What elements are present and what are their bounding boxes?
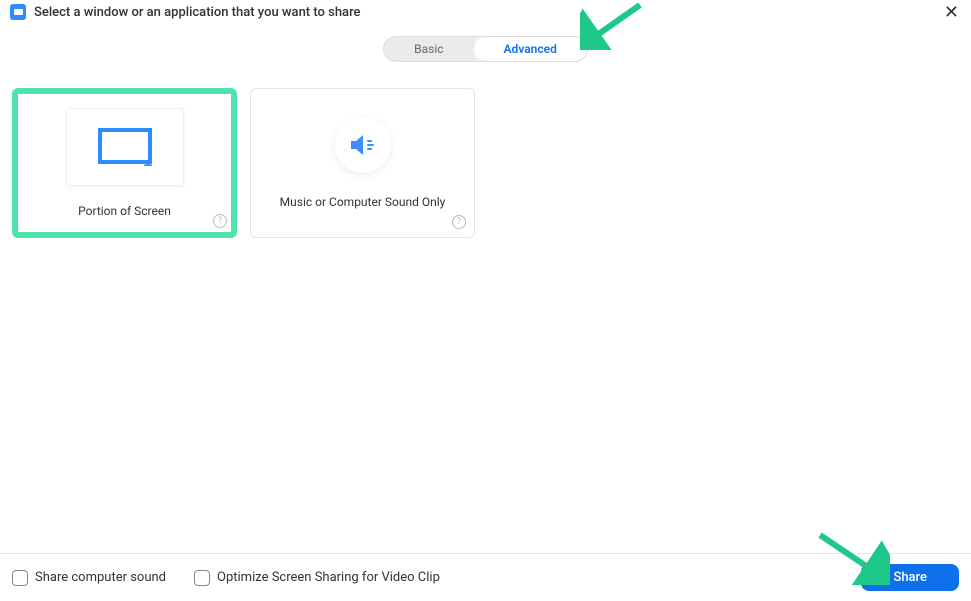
optimize-video-label: Optimize Screen Sharing for Video Clip: [217, 570, 440, 585]
window-header: Select a window or an application that y…: [0, 0, 971, 24]
share-sound-checkbox[interactable]: Share computer sound: [12, 570, 166, 586]
checkbox-icon: [12, 570, 28, 586]
zoom-logo-icon: [10, 4, 26, 20]
tab-basic[interactable]: Basic: [384, 37, 473, 61]
options-grid: Portion of Screen ? Music or Computer So…: [0, 62, 971, 264]
speaker-icon: [349, 133, 377, 157]
sound-icon-container: [335, 117, 391, 173]
option-portion-label: Portion of Screen: [78, 204, 171, 218]
help-icon[interactable]: ?: [452, 215, 466, 229]
portion-icon-container: [66, 108, 184, 186]
optimize-video-checkbox[interactable]: Optimize Screen Sharing for Video Clip: [194, 570, 440, 586]
checkbox-icon: [194, 570, 210, 586]
option-sound-label: Music or Computer Sound Only: [280, 195, 446, 209]
option-portion-of-screen[interactable]: Portion of Screen ?: [12, 88, 237, 238]
tab-advanced[interactable]: Advanced: [474, 37, 587, 61]
footer-bar: Share computer sound Optimize Screen Sha…: [0, 553, 971, 601]
share-sound-label: Share computer sound: [35, 570, 166, 585]
option-computer-sound[interactable]: Music or Computer Sound Only ?: [250, 88, 475, 238]
screen-portion-icon: [98, 128, 152, 166]
tabs-container: Basic Advanced: [0, 36, 971, 62]
close-icon[interactable]: ✕: [944, 4, 959, 22]
window-title: Select a window or an application that y…: [34, 5, 361, 20]
share-button[interactable]: Share: [861, 564, 959, 591]
help-icon[interactable]: ?: [213, 214, 227, 228]
